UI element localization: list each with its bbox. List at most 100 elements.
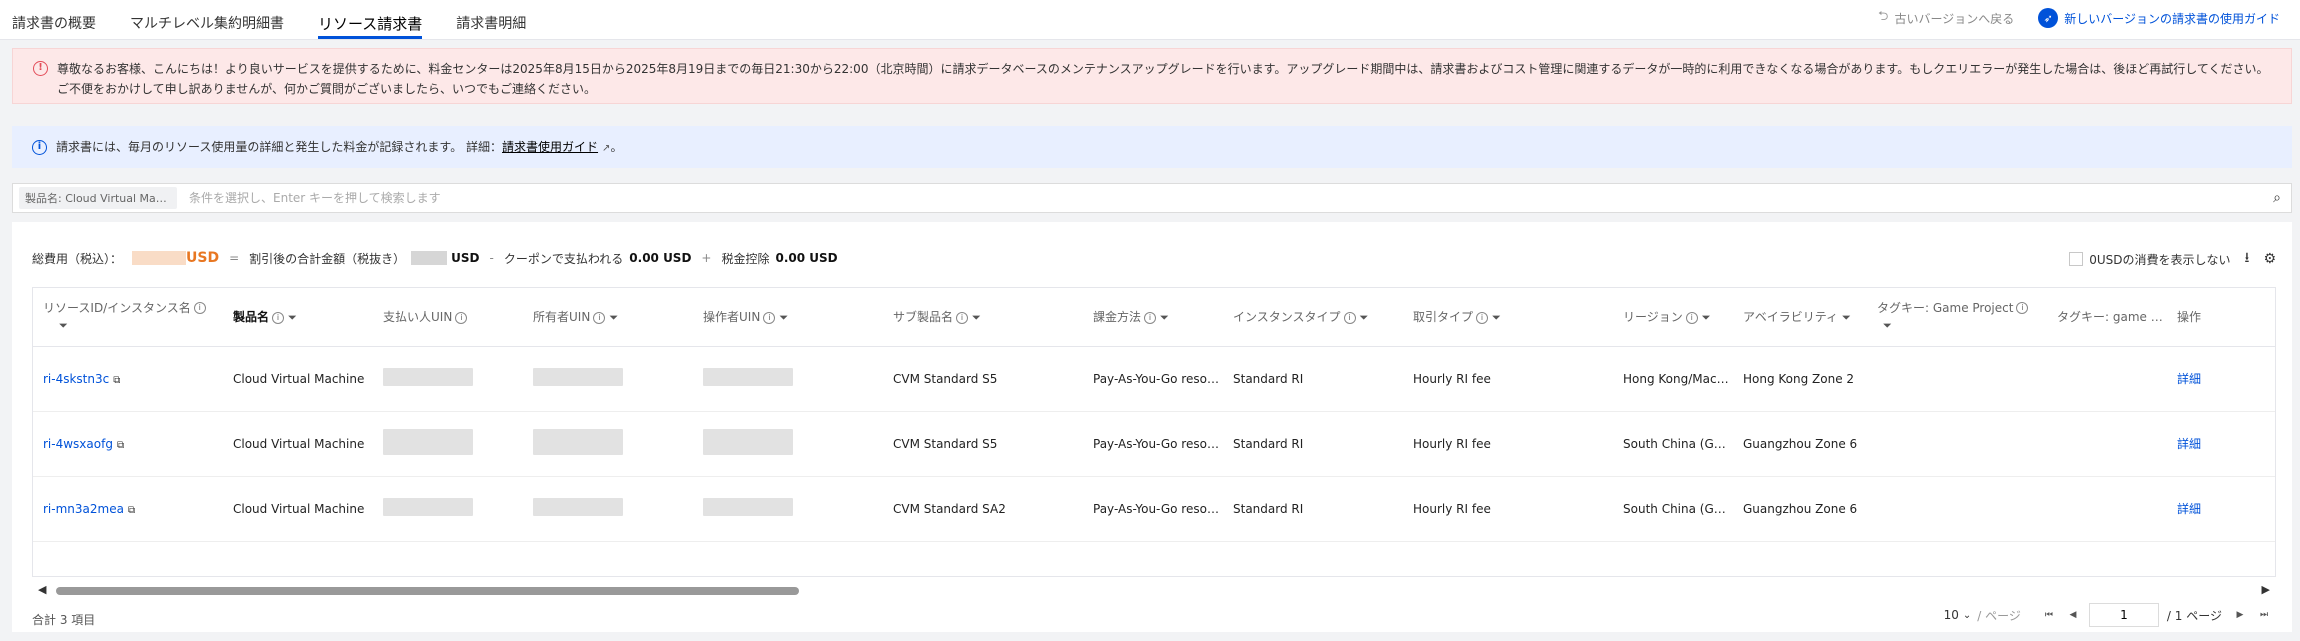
- filter-icon[interactable]: ⏷: [609, 311, 618, 325]
- old-version-label: 古いバージョンへ戻る: [1894, 11, 2015, 26]
- cell-owner-uin: [523, 476, 693, 542]
- undo-icon: ⮌: [1878, 9, 1889, 24]
- cell-resource-id: ri-4wsxaofg ⧉: [33, 411, 223, 477]
- after-discount-currency: USD: [451, 251, 480, 265]
- hide-zero-checkbox[interactable]: [2069, 252, 2084, 266]
- resource-id-link[interactable]: ri-4skstn3c: [43, 372, 109, 386]
- detail-link[interactable]: 詳細: [2177, 437, 2201, 451]
- col-transaction-type: 取引タイプ i ⏷: [1403, 288, 1613, 347]
- cell-sub-product: CVM Standard SA2: [883, 476, 1083, 542]
- download-icon[interactable]: ⭳: [2245, 247, 2250, 271]
- cell-sub-product: CVM Standard S5: [883, 346, 1083, 412]
- cell-tag-game-group: [2047, 346, 2167, 412]
- cell-region: South China (Guangzhou): [1613, 411, 1733, 477]
- copy-icon[interactable]: ⧉: [113, 375, 120, 386]
- detail-link[interactable]: 詳細: [2177, 502, 2201, 516]
- resource-id-link[interactable]: ri-mn3a2mea: [43, 502, 124, 516]
- tab-bill-details[interactable]: 請求書明細: [456, 0, 526, 40]
- resource-table: リソースID/インスタンス名 i ⏷ 製品名 i ⏷ 支払い人UIN i 所有者UIN i ⏷…: [32, 287, 2276, 577]
- filter-icon[interactable]: ⏷: [1702, 311, 1711, 325]
- new-version-guide-link[interactable]: ➶ 新しいバージョンの請求書の使用ガイド: [2038, 8, 2280, 28]
- cell-transaction-type: Hourly RI fee: [1403, 346, 1613, 412]
- filter-icon[interactable]: ⏷: [1492, 311, 1501, 325]
- scrollbar-thumb[interactable]: [56, 587, 799, 595]
- chevron-down-icon[interactable]: ⌄: [1963, 610, 1971, 621]
- old-version-link[interactable]: ⮌ 古いバージョンへ戻る: [1878, 7, 2014, 29]
- summary-tools: 0USDの消費を表示しない ⭳ ⚙: [2069, 247, 2276, 271]
- tax-label: 税金控除: [721, 251, 770, 266]
- filter-icon[interactable]: ⏷: [972, 311, 981, 325]
- cell-resource-id: ri-4skstn3c ⧉: [33, 346, 223, 412]
- filter-icon[interactable]: ⏷: [1360, 311, 1369, 325]
- prev-page-icon[interactable]: ◀: [2061, 603, 2085, 627]
- info-icon[interactable]: i: [193, 302, 206, 314]
- cell-product: Cloud Virtual Machine: [223, 476, 373, 542]
- horizontal-scrollbar[interactable]: ◀ ▶: [32, 582, 2276, 598]
- cell-owner-uin: [523, 346, 693, 412]
- bill-guide-link[interactable]: 請求書使用ガイド: [502, 140, 598, 154]
- bill-panel: 総費用（税込）： USD = 割引後の合計金額（税抜き） USD - クーポンで…: [12, 222, 2292, 632]
- filter-icon[interactable]: ⏷: [288, 311, 297, 325]
- info-icon[interactable]: i: [763, 311, 776, 324]
- page-size-select[interactable]: 10: [1944, 608, 1959, 622]
- tab-bill-overview[interactable]: 請求書の概要: [12, 0, 96, 40]
- alert-icon: !: [33, 61, 48, 76]
- new-version-label: 新しいバージョンの請求書の使用ガイド: [2064, 11, 2280, 26]
- scroll-right-icon[interactable]: ▶: [2262, 583, 2270, 596]
- col-tag-game-group: タグキー: game group: [2047, 288, 2167, 347]
- pagination: 10 ⌄ / ページ ⏮ ◀ / 1 ページ ▶ ⏭: [1944, 603, 2276, 627]
- search-input[interactable]: [189, 191, 1989, 205]
- table-row: ri-4skstn3c ⧉ Cloud Virtual Machine CVM S…: [33, 346, 2275, 412]
- tab-multilevel-summary[interactable]: マルチレベル集約明細書: [130, 0, 284, 40]
- scroll-left-icon[interactable]: ◀: [38, 583, 46, 596]
- col-product: 製品名 i ⏷: [223, 288, 373, 347]
- cell-payer-uin: [373, 411, 523, 477]
- col-tag-game-project: タグキー: Game Project i ⏷: [1867, 288, 2047, 347]
- cell-operator-uin: [693, 476, 883, 542]
- last-page-icon[interactable]: ⏭: [2252, 603, 2276, 627]
- total-pages-label: / 1 ページ: [2166, 608, 2222, 623]
- first-page-icon[interactable]: ⏮: [2037, 603, 2061, 627]
- masked-uin: [383, 498, 473, 516]
- after-discount-label: 割引後の合計金額（税抜き）: [249, 251, 406, 266]
- total-cost-currency: USD: [186, 250, 220, 266]
- next-page-icon[interactable]: ▶: [2228, 603, 2252, 627]
- filter-icon[interactable]: ⏷: [779, 311, 788, 325]
- cell-actions: 詳細: [2167, 346, 2275, 412]
- total-cost-label: 総費用（税込）：: [32, 251, 123, 266]
- equals-sign: =: [229, 251, 240, 265]
- masked-uin: [383, 368, 473, 386]
- page-input[interactable]: [2088, 603, 2159, 627]
- info-icon[interactable]: i: [1144, 311, 1157, 324]
- masked-uin: [533, 368, 623, 386]
- info-icon[interactable]: i: [455, 311, 468, 324]
- copy-icon[interactable]: ⧉: [128, 505, 135, 516]
- info-icon[interactable]: i: [272, 311, 285, 324]
- tab-resource-bill[interactable]: リソース請求書: [318, 0, 423, 40]
- search-icon[interactable]: ⌕: [2273, 190, 2281, 206]
- filter-icon[interactable]: ⏷: [59, 317, 68, 335]
- detail-link[interactable]: 詳細: [2177, 372, 2201, 386]
- cell-tag-game-group: [2047, 411, 2167, 477]
- info-icon[interactable]: i: [956, 311, 969, 324]
- cell-operator-uin: [693, 411, 883, 477]
- cell-actions: 詳細: [2167, 411, 2275, 477]
- filter-icon[interactable]: ⏷: [1160, 311, 1169, 325]
- coupon-value: 0.00 USD: [629, 251, 692, 265]
- info-alert: i 請求書には、毎月のリソース使用量の詳細と発生した料金が記録されます。 詳細：…: [12, 126, 2292, 168]
- top-bar: 請求書の概要 マルチレベル集約明細書 リソース請求書 請求書明細 ⮌ 古いバージ…: [0, 0, 2300, 40]
- filter-chip-product[interactable]: 製品名: Cloud Virtual Machine: [19, 187, 177, 209]
- info-icon[interactable]: i: [2016, 302, 2029, 314]
- resource-id-link[interactable]: ri-4wsxaofg: [43, 437, 113, 451]
- info-icon[interactable]: i: [1685, 311, 1698, 324]
- info-icon[interactable]: i: [593, 311, 606, 324]
- settings-icon[interactable]: ⚙: [2263, 251, 2276, 267]
- info-icon[interactable]: i: [1343, 311, 1356, 324]
- info-icon[interactable]: i: [1476, 311, 1489, 324]
- copy-icon[interactable]: ⧉: [117, 440, 124, 451]
- cell-availability-zone: Hong Kong Zone 2: [1733, 346, 1867, 412]
- filter-icon[interactable]: ⏷: [1883, 317, 1892, 335]
- maintenance-alert-line2: ご不便をおかけして申し訳ありませんが、何かご質問がございましたら、いつでもご連絡…: [57, 82, 597, 96]
- info-alert-text: 請求書には、毎月のリソース使用量の詳細と発生した料金が記録されます。 詳細：: [56, 140, 503, 154]
- filter-icon[interactable]: ⏷: [1842, 311, 1851, 325]
